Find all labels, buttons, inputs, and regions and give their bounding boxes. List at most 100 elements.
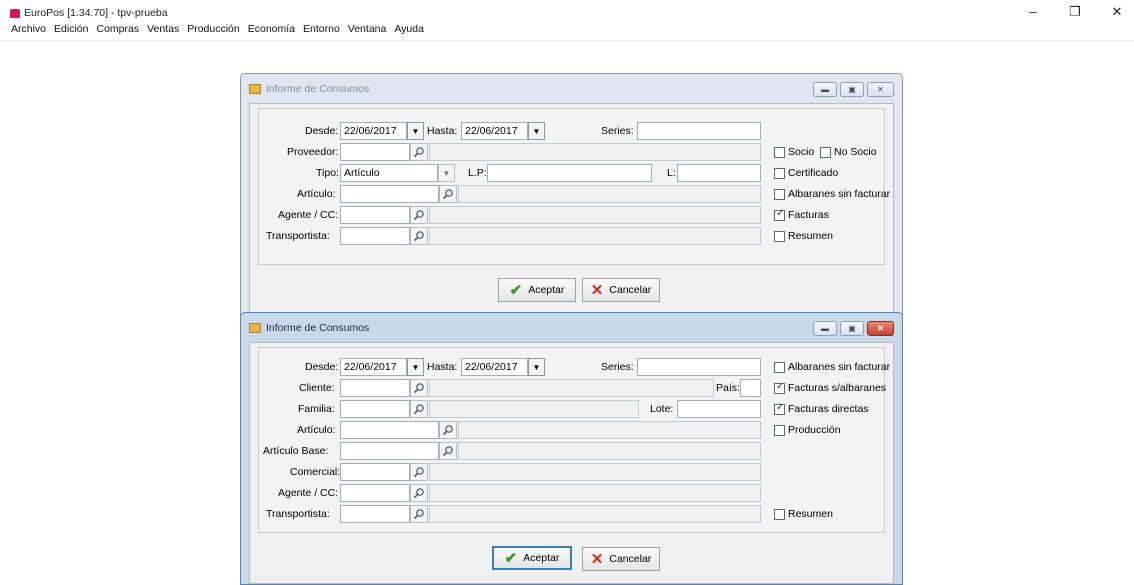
agente-code-input[interactable]: [340, 484, 410, 502]
proveedor-search-icon[interactable]: [410, 143, 428, 161]
dialog-title: Informe de Consumos: [266, 321, 370, 334]
minimize-icon[interactable]: –: [1026, 4, 1040, 20]
articulo-base-name-field: [458, 442, 761, 460]
pais-input[interactable]: [740, 379, 761, 397]
resumen-label: Resumen: [788, 508, 833, 520]
proveedor-name-field: [429, 143, 761, 161]
dialog-minimize-icon[interactable]: ▬: [813, 321, 837, 336]
menu-archivo[interactable]: Archivo: [10, 23, 47, 35]
desde-dropdown-icon[interactable]: ▼: [407, 122, 424, 140]
cliente-name-field: [429, 379, 714, 397]
l-label: L:: [667, 167, 676, 179]
cancelar-button[interactable]: ✕ Cancelar: [582, 278, 660, 302]
dialog-title: Informe de Consumos: [266, 82, 370, 95]
aceptar-button[interactable]: ✔ Aceptar: [498, 278, 576, 302]
agente-code-input[interactable]: [340, 206, 410, 224]
albaranes-box: [774, 188, 785, 200]
dialog-title-bar: Informe de Consumos: [241, 74, 902, 103]
tipo-dropdown-icon[interactable]: ▼: [438, 164, 455, 182]
hasta-dropdown-icon[interactable]: ▼: [528, 122, 545, 140]
lote-input[interactable]: [677, 400, 761, 418]
desde-dropdown-icon[interactable]: ▼: [407, 358, 424, 376]
facturas-albaranes-box: [774, 381, 785, 394]
cross-icon: ✕: [590, 281, 604, 299]
transportista-code-input[interactable]: [340, 227, 410, 245]
dialog-maximize-icon[interactable]: ▣: [840, 82, 864, 97]
agente-search-icon[interactable]: [410, 484, 428, 502]
menu-ventas[interactable]: Ventas: [146, 23, 180, 35]
hasta-dropdown-icon[interactable]: ▼: [528, 358, 545, 376]
transportista-search-icon[interactable]: [410, 227, 428, 245]
cancelar-button[interactable]: ✕ Cancelar: [582, 547, 660, 571]
transportista-search-icon[interactable]: [410, 505, 428, 523]
certificado-box: [774, 167, 785, 179]
familia-code-input[interactable]: [340, 400, 410, 418]
facturas-checkbox[interactable]: Facturas: [774, 208, 829, 221]
dialog-controls: ▬ ▣ ✕: [813, 321, 894, 336]
dialog-informe-consumos-proveedor: Informe de Consumos ▬ ▣ ✕ Desde: 22/06/2…: [240, 73, 903, 321]
menu-produccion[interactable]: Producción: [186, 23, 241, 35]
dialog-close-icon[interactable]: ✕: [867, 82, 894, 97]
menu-edicion[interactable]: Edición: [53, 23, 89, 35]
transportista-code-input[interactable]: [340, 505, 410, 523]
close-icon[interactable]: ✕: [1110, 4, 1124, 20]
report-icon: [249, 83, 261, 94]
series-input[interactable]: [637, 358, 761, 376]
menu-bar: Archivo Edición Compras Ventas Producció…: [10, 23, 425, 35]
produccion-checkbox[interactable]: Producción: [774, 424, 841, 436]
menu-entorno[interactable]: Entorno: [302, 23, 341, 35]
comercial-search-icon[interactable]: [410, 463, 428, 481]
menu-ventana[interactable]: Ventana: [347, 23, 388, 35]
articulo-code-input[interactable]: [340, 185, 439, 203]
hasta-date-input[interactable]: 22/06/2017: [461, 122, 528, 140]
articulo-search-icon[interactable]: [439, 185, 457, 203]
cancelar-label: Cancelar: [609, 553, 652, 565]
articulo-search-icon[interactable]: [439, 421, 457, 439]
agente-search-icon[interactable]: [410, 206, 428, 224]
aceptar-label: Aceptar: [523, 552, 560, 564]
agente-name-field: [429, 484, 761, 502]
cross-icon: ✕: [590, 550, 604, 568]
nosocio-checkbox[interactable]: No Socio: [820, 146, 877, 158]
hasta-date-input[interactable]: 22/06/2017: [461, 358, 528, 376]
menu-economia[interactable]: Economía: [247, 23, 296, 35]
articulo-code-input[interactable]: [340, 421, 439, 439]
comercial-code-input[interactable]: [340, 463, 410, 481]
series-input[interactable]: [637, 122, 761, 140]
proveedor-code-input[interactable]: [340, 143, 410, 161]
articulo-base-search-icon[interactable]: [439, 442, 457, 460]
cliente-search-icon[interactable]: [410, 379, 428, 397]
aceptar-button[interactable]: ✔ Aceptar: [492, 546, 572, 570]
restore-icon[interactable]: ❐: [1068, 4, 1082, 20]
dialog-maximize-icon[interactable]: ▣: [840, 321, 864, 336]
dialog-minimize-icon[interactable]: ▬: [813, 82, 837, 97]
facturas-directas-checkbox[interactable]: Facturas directas: [774, 402, 869, 415]
dialog-close-icon[interactable]: ✕: [867, 321, 894, 336]
familia-search-icon[interactable]: [410, 400, 428, 418]
cliente-code-input[interactable]: [340, 379, 410, 397]
certificado-checkbox[interactable]: Certificado: [774, 167, 838, 179]
tipo-select[interactable]: Artículo: [340, 164, 438, 182]
resumen-checkbox[interactable]: Resumen: [774, 508, 833, 520]
agente-label: Agente / CC:: [278, 487, 339, 499]
menu-compras[interactable]: Compras: [95, 23, 140, 35]
menu-ayuda[interactable]: Ayuda: [393, 23, 425, 35]
resumen-checkbox[interactable]: Resumen: [774, 230, 833, 242]
articulo-base-label: Artículo Base:: [263, 445, 329, 457]
facturas-albaranes-label: Facturas s/albaranes: [788, 382, 887, 394]
socio-box: [774, 146, 785, 158]
albaranes-checkbox[interactable]: Albaranes sin facturar: [774, 361, 890, 373]
resumen-box: [774, 230, 785, 242]
facturas-albaranes-checkbox[interactable]: Facturas s/albaranes: [774, 381, 887, 394]
albaranes-checkbox[interactable]: Albaranes sin facturar: [774, 188, 890, 200]
l-input[interactable]: [677, 164, 761, 182]
dialog-body: Desde: 22/06/2017 ▼ Hasta: 22/06/2017 ▼ …: [249, 103, 894, 314]
desde-date-input[interactable]: 22/06/2017: [340, 122, 407, 140]
albaranes-label: Albaranes sin facturar: [788, 361, 891, 373]
facturas-label: Facturas: [788, 209, 829, 221]
hasta-label: Hasta:: [427, 125, 458, 137]
articulo-base-code-input[interactable]: [340, 442, 439, 460]
desde-date-input[interactable]: 22/06/2017: [340, 358, 407, 376]
socio-checkbox[interactable]: Socio: [774, 146, 814, 158]
lp-input[interactable]: [487, 164, 652, 182]
